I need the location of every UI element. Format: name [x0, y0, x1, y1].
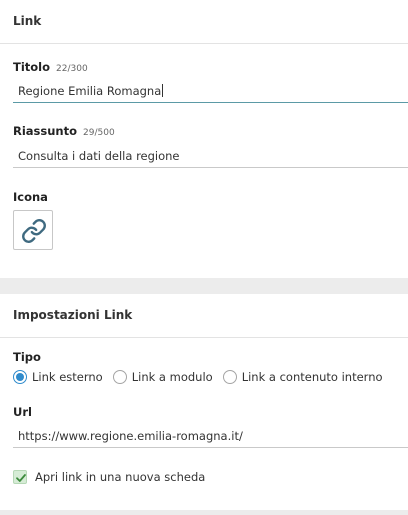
- url-label: Url: [13, 405, 32, 419]
- new-tab-checkbox[interactable]: [13, 470, 27, 484]
- radio-button-checked[interactable]: [13, 370, 27, 384]
- icon-picker-button[interactable]: [13, 210, 53, 250]
- radio-link-esterno[interactable]: Link esterno: [13, 370, 103, 384]
- titolo-label-text: Titolo: [13, 60, 51, 74]
- titolo-input-value: Regione Emilia Romagna: [18, 84, 162, 98]
- titolo-input[interactable]: Regione Emilia Romagna: [13, 79, 408, 103]
- icona-label: Icona: [13, 190, 48, 204]
- settings-panel-title: Impostazioni Link: [13, 308, 133, 322]
- checkmark-icon: [16, 474, 26, 482]
- radio-label: Link a contenuto interno: [241, 370, 383, 384]
- titolo-label: Titolo 22/300: [13, 60, 88, 74]
- riassunto-char-count: 29/500: [83, 128, 115, 138]
- titolo-char-count: 22/300: [56, 64, 88, 74]
- text-caret: [162, 84, 164, 97]
- new-tab-checkbox-label[interactable]: Apri link in una nuova scheda: [35, 470, 205, 484]
- radio-label: Link esterno: [32, 370, 103, 384]
- riassunto-label: Riassunto 29/500: [13, 124, 115, 138]
- radio-button[interactable]: [222, 370, 237, 384]
- tipo-label: Tipo: [13, 350, 41, 364]
- riassunto-label-text: Riassunto: [13, 124, 78, 138]
- link-panel-title: Link: [13, 14, 42, 28]
- url-input[interactable]: https://www.regione.emilia-romagna.it/: [13, 424, 408, 448]
- riassunto-input-value: Consulta i dati della regione: [18, 149, 180, 163]
- riassunto-input[interactable]: Consulta i dati della regione: [13, 144, 408, 168]
- settings-panel-header: Impostazioni Link: [0, 294, 408, 338]
- link-panel-header: Link: [0, 0, 408, 44]
- radio-button[interactable]: [112, 370, 127, 384]
- radio-label: Link a modulo: [131, 370, 213, 384]
- tipo-radio-group: Link esterno Link a modulo Link a conten…: [13, 369, 393, 385]
- link-icon: [22, 219, 46, 243]
- radio-link-a-modulo[interactable]: Link a modulo: [112, 370, 213, 384]
- radio-link-contenuto-interno[interactable]: Link a contenuto interno: [222, 370, 383, 384]
- link-panel: Link: [0, 0, 408, 278]
- url-input-value: https://www.regione.emilia-romagna.it/: [18, 429, 243, 443]
